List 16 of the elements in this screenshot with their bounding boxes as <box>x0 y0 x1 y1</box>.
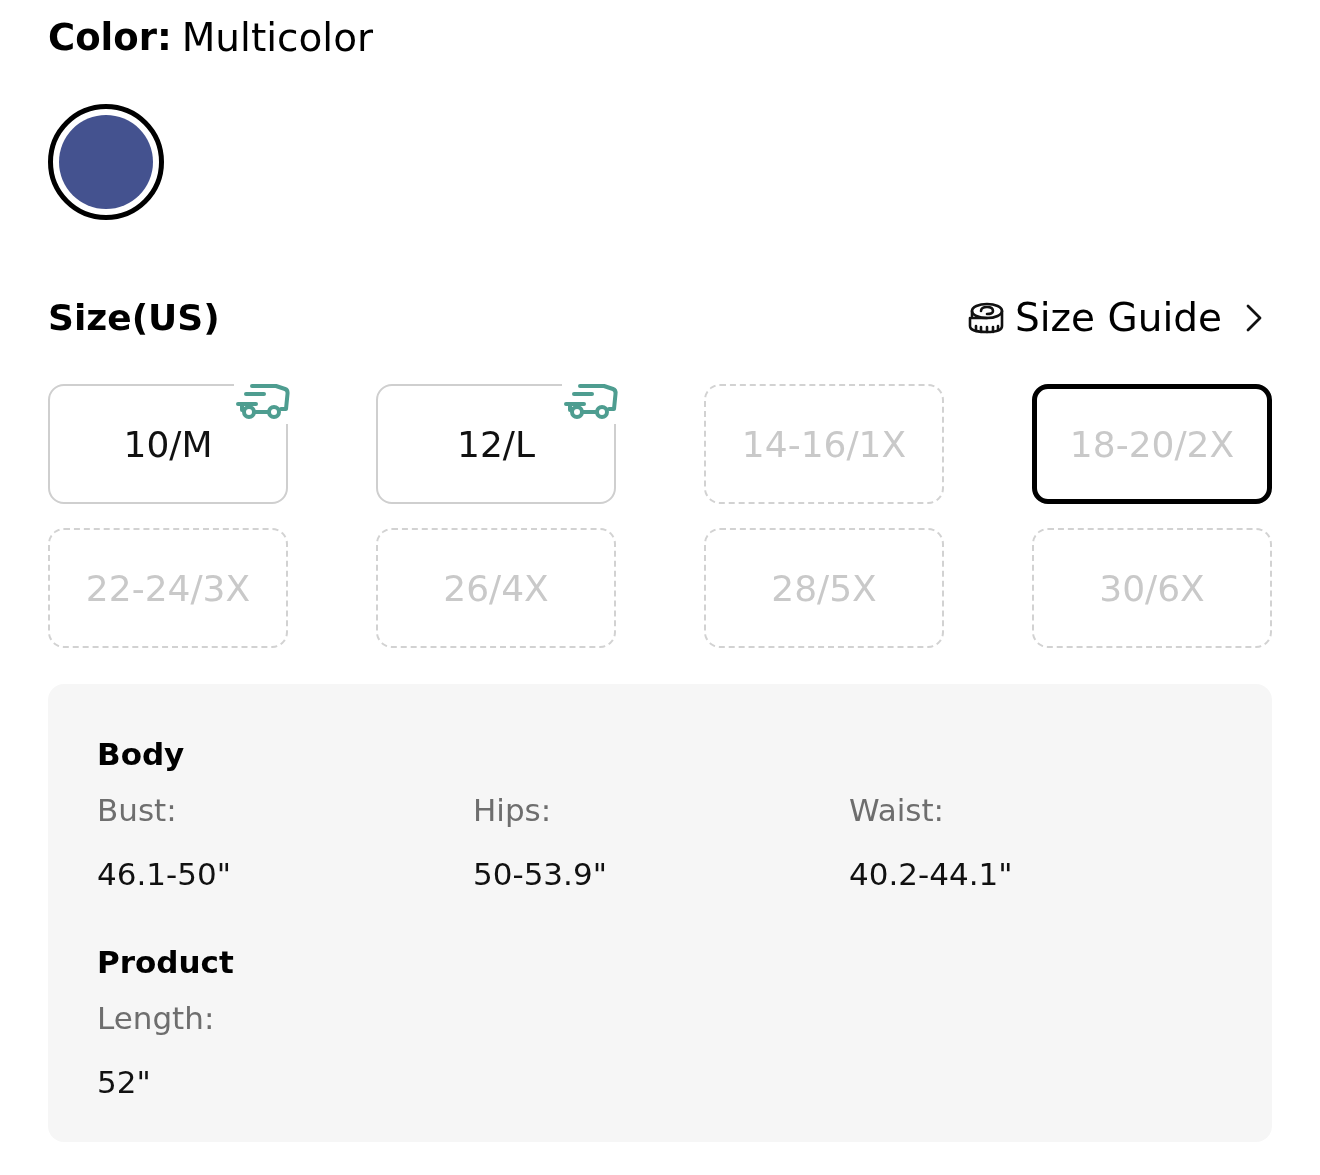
size-guide-link[interactable]: Size Guide <box>967 294 1262 342</box>
measurement-label: Hips: <box>473 791 552 830</box>
measurement-value: 50-53.9" <box>473 855 607 894</box>
tape-measure-icon <box>967 302 1005 334</box>
size-title: Size(US) <box>48 296 220 340</box>
measurement-label: Bust: <box>97 791 177 830</box>
section-title: Product <box>97 943 234 982</box>
measurement-value: 40.2-44.1" <box>849 855 1013 894</box>
chevron-right-icon <box>1246 304 1262 332</box>
measurement-label: Waist: <box>849 791 945 830</box>
section-title: Body <box>97 735 185 774</box>
color-value: Multicolor <box>181 14 374 62</box>
color-label: Color: <box>48 15 172 61</box>
measurement-label: Length: <box>97 999 215 1038</box>
measurement-value: 46.1-50" <box>97 855 231 894</box>
measurement-value: 52" <box>97 1063 151 1102</box>
